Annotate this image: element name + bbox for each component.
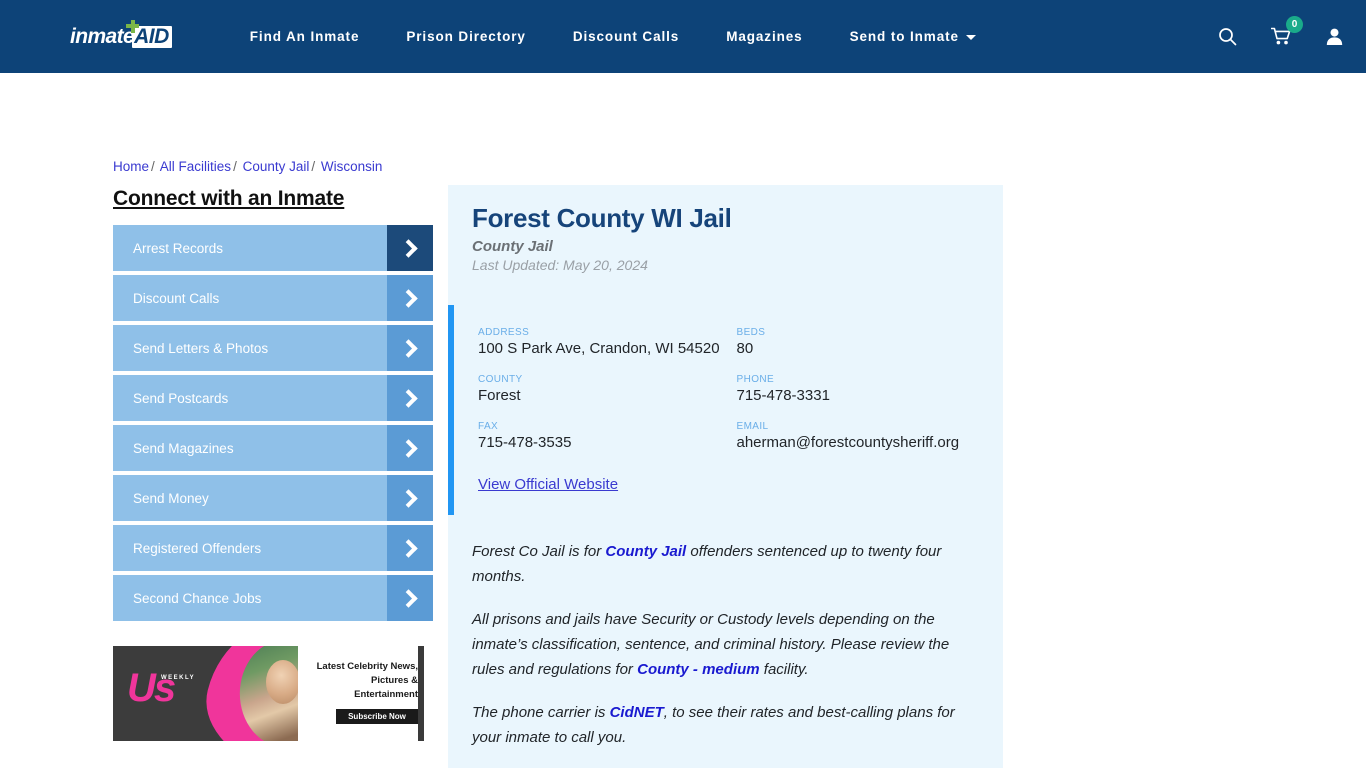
last-updated-text: Last Updated: May 20, 2024 <box>472 257 648 273</box>
breadcrumb: Home / All Facilities / County Jail / Wisco… <box>113 159 382 174</box>
sidebar-item-label: Send Money <box>133 490 209 506</box>
facility-info-card: ADDRESS 100 S Park Ave, Crandon, WI 5452… <box>448 305 1003 515</box>
cart-count-badge: 0 <box>1286 16 1303 33</box>
field-label: EMAIL <box>736 421 769 432</box>
sidebar: Connect with an Inmate Arrest Records Di… <box>113 187 433 625</box>
sidebar-item-label: Send Postcards <box>133 390 229 406</box>
account-button[interactable] <box>1325 27 1344 46</box>
breadcrumb-item-county-jail[interactable]: County Jail <box>243 159 310 174</box>
header-icon-group: 0 <box>1218 16 1344 46</box>
sidebar-item-discount-calls[interactable]: Discount Calls <box>113 275 433 321</box>
chevron-right-icon <box>387 225 433 271</box>
sidebar-item-send-postcards[interactable]: Send Postcards <box>113 375 433 421</box>
advertisement-banner[interactable]: Us WEEKLY Latest Celebrity News, Picture… <box>113 646 424 741</box>
description-paragraph: All prisons and jails have Security or C… <box>472 611 950 678</box>
sidebar-item-label: Send Letters & Photos <box>133 340 269 356</box>
chevron-right-icon <box>387 475 433 521</box>
description-paragraph: The phone carrier is CidNET, to see thei… <box>472 704 955 746</box>
sidebar-item-label: Registered Offenders <box>133 540 262 556</box>
sidebar-item-send-letters-and-photos[interactable]: Send Letters & Photos <box>113 325 433 371</box>
sidebar-menu: Arrest Records Discount Calls Send Lette… <box>113 225 433 621</box>
nav-label: Prison Directory <box>406 29 526 44</box>
chevron-right-icon <box>387 325 433 371</box>
field-label: COUNTY <box>478 374 523 385</box>
field-county: COUNTY Forest <box>478 374 721 405</box>
sidebar-item-send-money[interactable]: Send Money <box>113 475 433 521</box>
field-value: 100 S Park Ave, Crandon, WI 54520 <box>478 340 720 357</box>
main-navigation: Find An Inmate Prison Directory Discount… <box>250 29 1218 44</box>
facility-description: Forest Co Jail is for County Jail offend… <box>448 515 1003 768</box>
breadcrumb-separator: / <box>233 159 237 174</box>
chevron-right-icon <box>387 375 433 421</box>
field-value: aherman@forestcountysheriff.org <box>736 434 960 451</box>
sidebar-item-second-chance-jobs[interactable]: Second Chance Jobs <box>113 575 433 621</box>
view-official-website-link[interactable]: View Official Website <box>478 476 979 493</box>
sidebar-item-send-magazines[interactable]: Send Magazines <box>113 425 433 471</box>
nav-item-send-to-inmate[interactable]: Send to Inmate <box>850 29 976 44</box>
chevron-down-icon <box>965 35 976 40</box>
sidebar-item-label: Second Chance Jobs <box>133 590 262 606</box>
ad-brand-logo: Us <box>127 666 176 710</box>
sidebar-heading: Connect with an Inmate <box>113 187 345 210</box>
field-fax: FAX 715-478-3535 <box>478 421 721 452</box>
field-value: 715-478-3535 <box>478 434 572 451</box>
nav-item-magazines[interactable]: Magazines <box>726 29 802 44</box>
field-label: FAX <box>478 421 499 432</box>
chevron-right-icon <box>387 275 433 321</box>
sidebar-item-arrest-records[interactable]: Arrest Records <box>113 225 433 271</box>
search-icon <box>1219 28 1237 46</box>
sidebar-item-label: Discount Calls <box>133 290 220 306</box>
medical-cross-icon <box>126 19 139 33</box>
breadcrumb-separator: / <box>151 159 155 174</box>
logo-wordmark: inmate <box>70 24 135 48</box>
ad-tagline: Latest Celebrity News, Pictures & Entert… <box>316 661 418 700</box>
field-label: BEDS <box>736 327 766 338</box>
chevron-right-icon <box>387 425 433 471</box>
nav-label: Magazines <box>726 29 803 44</box>
main-content-panel: Forest County WI Jail County Jail Last U… <box>448 185 1003 768</box>
facility-type: County Jail <box>472 238 553 255</box>
description-paragraph: Forest Co Jail is for County Jail offend… <box>472 543 942 585</box>
ad-brand-sublabel: WEEKLY <box>161 675 196 681</box>
nav-item-discount-calls[interactable]: Discount Calls <box>573 29 679 44</box>
breadcrumb-separator: / <box>311 159 316 174</box>
field-address: ADDRESS 100 S Park Ave, Crandon, WI 5452… <box>478 327 721 358</box>
nav-label: Discount Calls <box>572 29 680 44</box>
page-title: Forest County WI Jail <box>472 203 732 233</box>
page-body: Home / All Facilities / County Jail / Wisco… <box>0 73 1366 768</box>
field-beds: BEDS 80 <box>737 327 980 358</box>
breadcrumb-item-all-facilities[interactable]: All Facilities <box>160 159 231 174</box>
cart-button[interactable]: 0 <box>1271 16 1303 46</box>
breadcrumb-item-wisconsin[interactable]: Wisconsin <box>321 159 383 174</box>
field-phone: PHONE 715-478-3331 <box>737 374 980 405</box>
breadcrumb-item-home[interactable]: Home <box>113 159 149 174</box>
nav-label: Send to Inmate <box>849 29 959 44</box>
ad-subscribe-button[interactable]: Subscribe Now <box>336 709 418 724</box>
site-header: inmate AID Find An Inmate Prison Directo… <box>0 0 1366 73</box>
nav-item-prison-directory[interactable]: Prison Directory <box>406 29 525 44</box>
chevron-right-icon <box>387 525 433 571</box>
field-value: 715-478-3331 <box>736 387 830 404</box>
sidebar-item-registered-offenders[interactable]: Registered Offenders <box>113 525 433 571</box>
sidebar-item-label: Send Magazines <box>133 440 234 456</box>
site-logo[interactable]: inmate AID <box>70 19 172 50</box>
nav-item-find-an-inmate[interactable]: Find An Inmate <box>250 29 360 44</box>
sidebar-item-label: Arrest Records <box>133 240 224 256</box>
user-account-icon <box>1326 28 1343 45</box>
nav-label: Find An Inmate <box>249 29 360 44</box>
field-label: PHONE <box>736 374 775 385</box>
field-email: EMAIL aherman@forestcountysheriff.org <box>737 421 980 452</box>
field-value: 80 <box>736 340 754 357</box>
search-button[interactable] <box>1218 27 1237 46</box>
field-value: Forest <box>478 387 521 404</box>
chevron-right-icon <box>387 575 433 621</box>
field-label: ADDRESS <box>478 327 530 338</box>
